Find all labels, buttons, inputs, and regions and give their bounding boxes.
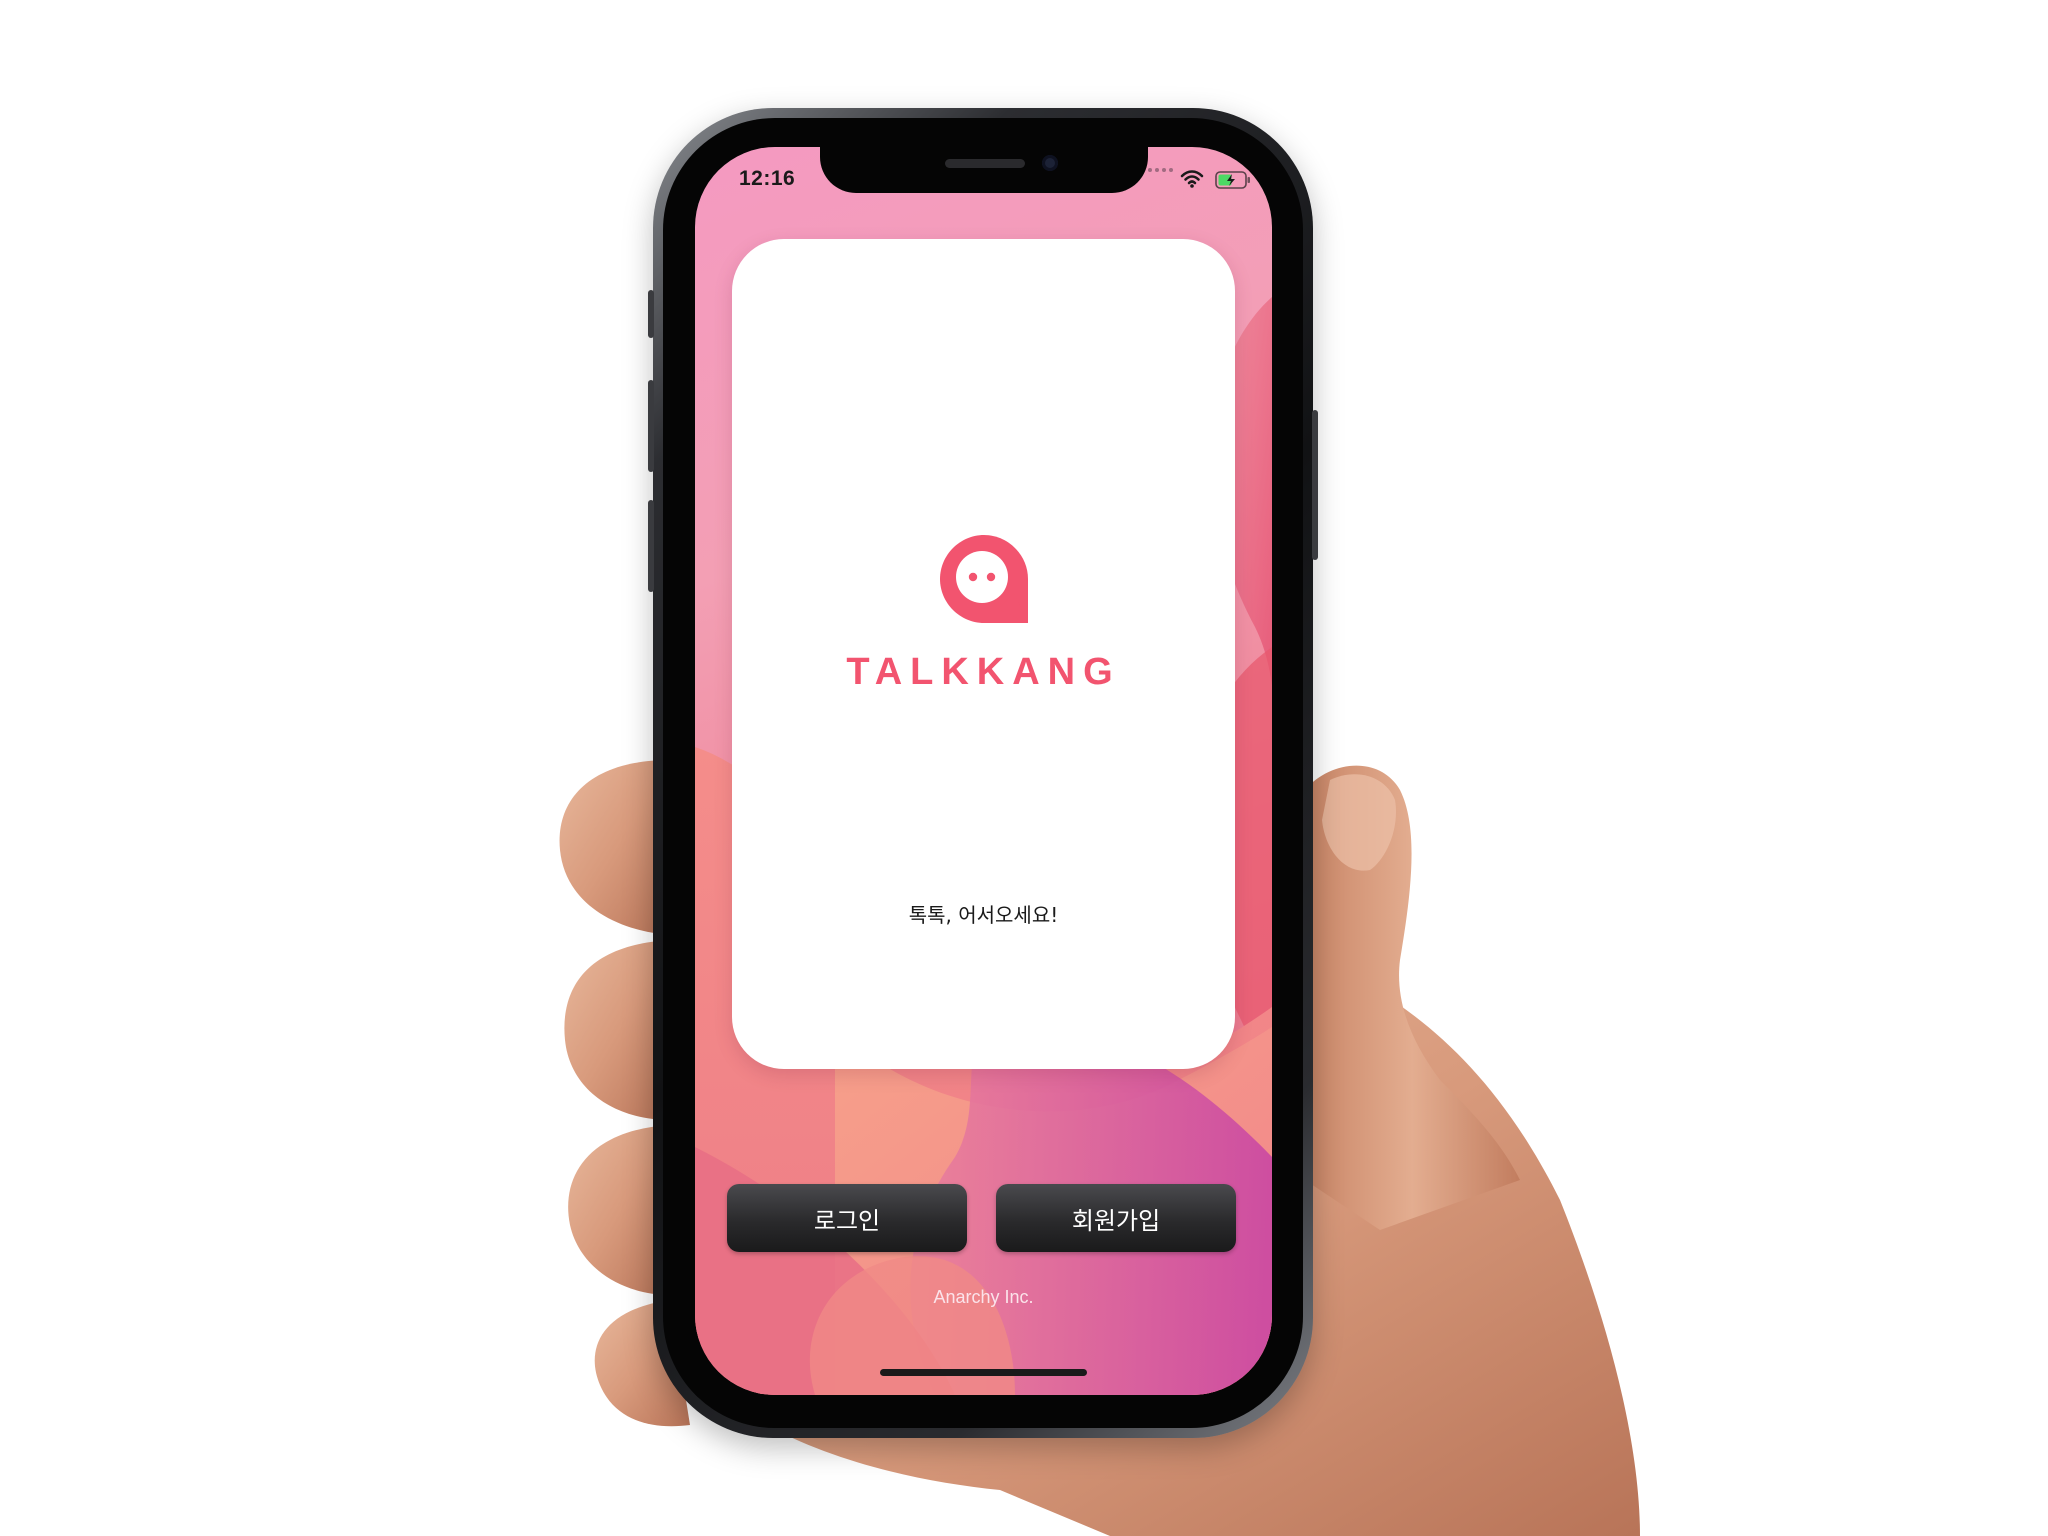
- wifi-icon: [1180, 170, 1204, 188]
- welcome-card: TALKKANG 톡톡, 어서오세요!: [732, 239, 1235, 1069]
- talkkang-logo-icon: [940, 535, 1028, 623]
- status-time: 12:16: [739, 167, 796, 190]
- signal-dots-icon: [1148, 157, 1176, 172]
- silent-switch: [648, 290, 654, 338]
- battery-charging-icon: [1215, 171, 1250, 189]
- brand-name: TALKKANG: [846, 651, 1121, 693]
- notch: [820, 147, 1148, 193]
- power-button: [1312, 410, 1318, 560]
- welcome-message: 톡톡, 어서오세요!: [908, 903, 1059, 927]
- earpiece-speaker: [945, 159, 1025, 168]
- login-button[interactable]: 로그인: [727, 1184, 967, 1252]
- signup-button[interactable]: 회원가입: [996, 1184, 1236, 1252]
- volume-up-button: [648, 380, 654, 472]
- front-camera: [1042, 155, 1058, 171]
- volume-down-button: [648, 500, 654, 592]
- company-name: Anarchy Inc.: [933, 1287, 1034, 1307]
- home-indicator[interactable]: [880, 1369, 1087, 1376]
- app-screen: 12:16 TALKKANG 톡톡, 어서오세요! 로그인 회원가입 Anarc…: [695, 147, 1272, 1395]
